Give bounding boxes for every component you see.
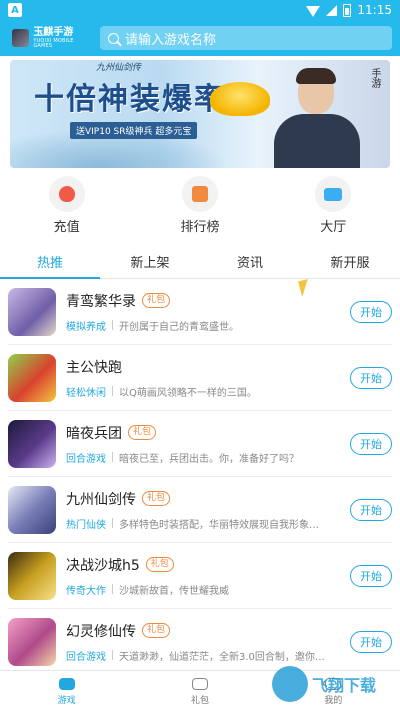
game-description: 天道渺渺，仙道茫茫，全新3.0回合制，邀你… [119,651,325,663]
list-item[interactable]: 决战沙城h5 礼包 传奇大作 沙城新故首，传世耀我威 开始 [8,543,392,609]
quick-menu: 充值 排行榜 大厅 [0,168,400,239]
start-button[interactable]: 开始 [350,300,392,323]
divider [112,320,113,330]
quick-label: 充值 [53,220,80,235]
tab-hot[interactable]: 热推 [0,245,100,279]
nav-games[interactable]: 游戏 [0,671,133,712]
gift-badge[interactable]: 礼包 [128,425,157,440]
gamepad-icon [58,677,75,690]
ranking-icon [191,186,208,202]
start-button[interactable]: 开始 [350,432,392,455]
quick-hall[interactable]: 大厅 [293,176,373,235]
start-button[interactable]: 开始 [350,498,392,521]
quick-label: 排行榜 [180,220,220,235]
nav-gifts[interactable]: 礼包 [133,671,266,712]
watermark-icon [272,666,308,702]
game-category: 传奇大作 [66,585,106,597]
divider [112,386,113,396]
logo-title: 玉麒手游 [33,26,74,38]
list-item[interactable]: 青鸾繁华录 礼包 模拟养成 开创属于自己的青鸾盛世。 开始 [8,279,392,345]
gamepad-hall-icon [324,187,343,201]
list-item[interactable]: 暗夜兵团 礼包 回合游戏 暗夜已至，兵团出击。你，准备好了吗？ 开始 [8,411,392,477]
start-button[interactable]: 开始 [350,630,392,653]
banner-top-mark: 九州仙剑传 [96,63,142,73]
game-name: 九州仙剑传 [66,491,136,508]
game-category: 轻松休闲 [66,387,106,399]
game-name: 幻灵修仙传 [66,623,136,640]
divider [112,584,113,594]
game-name: 决战沙城h5 [66,557,140,574]
quick-ranking[interactable]: 排行榜 [160,176,240,235]
logo-subtitle: YUQIXI MOBILE GAMES [33,37,74,49]
start-button[interactable]: 开始 [350,564,392,587]
category-tabs: 热推 新上架 资讯 新开服 [0,245,400,279]
game-icon [8,419,56,468]
tab-new-server[interactable]: 新开服 [300,245,400,278]
game-icon [8,551,56,600]
battery-icon [343,3,352,17]
gift-badge[interactable]: 礼包 [142,623,171,638]
search-input[interactable]: 请输入游戏名称 [100,26,392,50]
status-bar: A 11:15 [0,0,400,20]
banner-title: 十倍神装爆率 [34,82,226,117]
notification-a-icon: A [8,3,22,17]
divider [112,452,113,462]
game-name: 暗夜兵团 [66,425,122,442]
game-category: 回合游戏 [66,651,106,663]
search-placeholder: 请输入游戏名称 [125,32,217,48]
game-name: 青鸾繁华录 [66,293,136,310]
game-description: 开创属于自己的青鸾盛世。 [119,321,239,333]
piggy-bank-icon [58,186,75,202]
game-category: 模拟养成 [66,321,106,333]
game-description: 以Q萌画风领略不一样的三国。 [119,387,257,399]
tab-news[interactable]: 资讯 [200,245,300,278]
gift-box-icon [191,677,208,690]
quick-recharge[interactable]: 充值 [27,176,107,235]
search-icon [108,32,119,44]
banner-side-mark: 手游 [369,68,380,88]
promo-banner[interactable]: 九州仙剑传 十倍神装爆率 送VIP10 SR级神兵 超多元宝 手游 [10,60,390,168]
logo-icon [12,29,30,47]
banner-person-image [270,68,360,168]
status-time: 11:15 [357,3,392,17]
game-icon [8,353,56,402]
tab-new[interactable]: 新上架 [100,245,200,278]
gift-badge[interactable]: 礼包 [142,491,171,506]
gift-badge[interactable]: 礼包 [145,557,174,572]
gold-ingot-image [210,82,270,116]
banner-subtitle: 送VIP10 SR级神兵 超多元宝 [70,122,198,139]
divider [112,518,113,528]
watermark-logo: 飞翔下载 [272,664,382,704]
game-name: 主公快跑 [66,359,122,376]
game-icon [8,287,56,336]
game-icon [8,485,56,534]
watermark-text: 飞翔下载 [312,676,377,695]
divider [112,650,113,660]
signal-icon [326,4,338,16]
wifi-icon [306,5,321,17]
app-header: 玉麒手游 YUQIXI MOBILE GAMES 请输入游戏名称 [0,20,400,56]
game-list: 青鸾繁华录 礼包 模拟养成 开创属于自己的青鸾盛世。 开始 主公快跑 轻松休闲 … [0,279,400,675]
game-icon [8,617,56,666]
quick-label: 大厅 [320,220,347,235]
game-category: 热门仙侠 [66,519,106,531]
game-category: 回合游戏 [66,453,106,465]
app-logo[interactable]: 玉麒手游 YUQIXI MOBILE GAMES [12,26,92,49]
game-description: 沙城新故首，传世耀我威 [119,585,229,597]
game-description: 多样特色时装搭配，华丽特效展现自我形象… [119,519,319,531]
game-description: 暗夜已至，兵团出击。你，准备好了吗？ [119,453,299,465]
list-item[interactable]: 主公快跑 轻松休闲 以Q萌画风领略不一样的三国。 开始 [8,345,392,411]
list-item[interactable]: 九州仙剑传 礼包 热门仙侠 多样特色时装搭配，华丽特效展现自我形象… 开始 [8,477,392,543]
nav-label: 游戏 [57,695,76,706]
gift-badge[interactable]: 礼包 [142,293,171,308]
start-button[interactable]: 开始 [350,366,392,389]
nav-label: 礼包 [190,695,209,706]
